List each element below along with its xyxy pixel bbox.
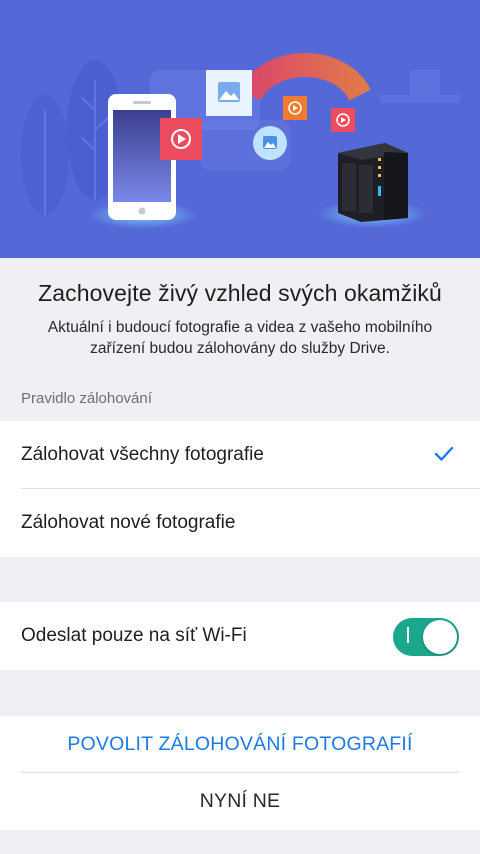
- actions-group: POVOLIT ZÁLOHOVÁNÍ FOTOGRAFIÍ NYNÍ NE: [0, 716, 480, 830]
- tree-decoration: [21, 60, 123, 215]
- image-bubble-icon: [253, 126, 287, 160]
- backup-rule-section-label: Pravidlo zálohování: [21, 390, 152, 407]
- intro-section: Zachovejte živý vzhled svých okamžiků Ak…: [0, 258, 480, 382]
- enable-photo-backup-button[interactable]: POVOLIT ZÁLOHOVÁNÍ FOTOGRAFIÍ: [0, 716, 480, 773]
- small-video-card-icon: [283, 96, 307, 120]
- checkmark-icon: [434, 446, 454, 461]
- image-card-icon: [206, 70, 252, 116]
- wifi-only-row: Odeslat pouze na síť Wi-Fi: [0, 602, 480, 670]
- toggle-knob: [423, 620, 457, 654]
- wifi-only-label: Odeslat pouze na síť Wi-Fi: [21, 625, 247, 646]
- hero-illustration: [0, 0, 480, 258]
- toggle-on-indicator: [407, 627, 409, 643]
- intro-title: Zachovejte živý vzhled svých okamžiků: [38, 280, 442, 306]
- wifi-only-toggle[interactable]: [393, 618, 459, 656]
- option-label: Zálohovat všechny fotografie: [21, 444, 264, 465]
- wifi-group: Odeslat pouze na síť Wi-Fi: [0, 602, 480, 670]
- transfer-arc: [239, 53, 371, 102]
- option-backup-new-photos[interactable]: Zálohovat nové fotografie: [0, 489, 480, 557]
- not-now-label: NYNÍ NE: [199, 790, 281, 812]
- option-backup-all-photos[interactable]: Zálohovat všechny fotografie: [0, 421, 480, 489]
- small-video-card-icon: [331, 108, 355, 132]
- backup-illustration: [21, 53, 460, 229]
- not-now-button[interactable]: NYNÍ NE: [0, 773, 480, 830]
- intro-description: Aktuální i budoucí fotografie a videa z …: [47, 319, 433, 357]
- video-card-icon: [160, 118, 202, 160]
- shelf-decoration: [380, 70, 460, 103]
- option-label: Zálohovat nové fotografie: [21, 512, 236, 533]
- enable-photo-backup-label: POVOLIT ZÁLOHOVÁNÍ FOTOGRAFIÍ: [67, 733, 413, 755]
- backup-rule-group: Zálohovat všechny fotografie Zálohovat n…: [0, 421, 480, 557]
- nas-device-illustration: [338, 143, 408, 222]
